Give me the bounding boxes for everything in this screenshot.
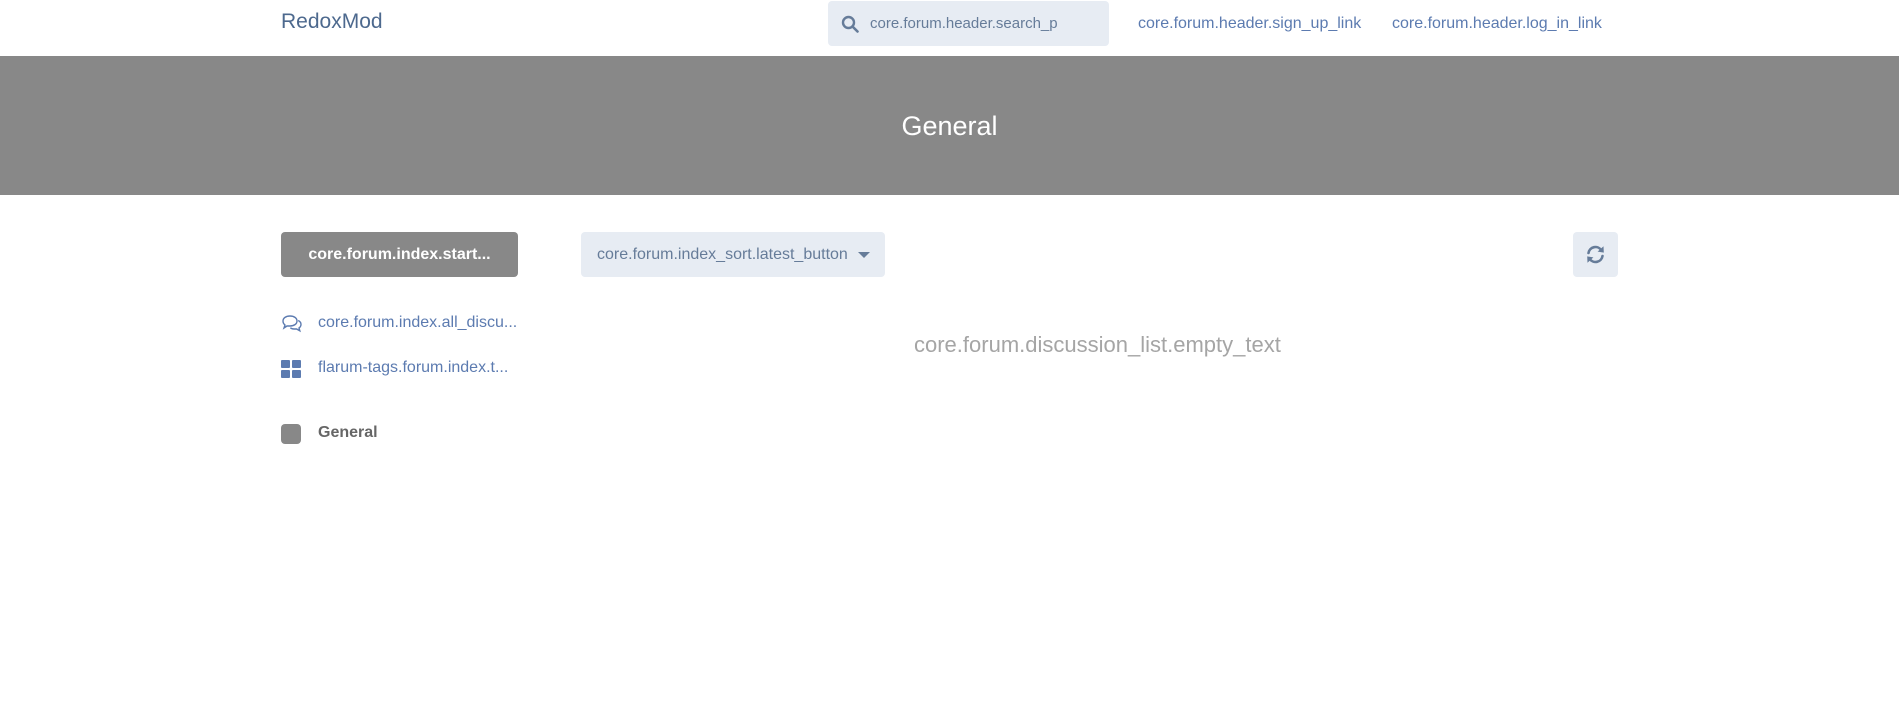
- site-header: RedoxMod core.forum.header.search_p core…: [0, 0, 1899, 56]
- start-discussion-button[interactable]: core.forum.index.start...: [281, 232, 518, 277]
- log-in-link[interactable]: core.forum.header.log_in_link: [1392, 15, 1602, 33]
- sidebar-tag-general[interactable]: General: [281, 422, 521, 446]
- search-input[interactable]: core.forum.header.search_p: [828, 1, 1109, 46]
- sort-dropdown-button[interactable]: core.forum.index_sort.latest_button: [581, 232, 885, 277]
- sidebar-item-all-discussions[interactable]: core.forum.index.all_discu...: [281, 312, 521, 336]
- comments-icon: [282, 315, 302, 333]
- tag-color-swatch: [281, 424, 301, 444]
- sign-up-link[interactable]: core.forum.header.sign_up_link: [1138, 15, 1361, 33]
- sidebar-item-label: flarum-tags.forum.index.t...: [318, 359, 509, 376]
- discussion-list-empty-text: core.forum.discussion_list.empty_text: [914, 332, 1281, 357]
- sidebar-item-tags[interactable]: flarum-tags.forum.index.t...: [281, 357, 521, 381]
- tag-hero: General: [0, 56, 1899, 195]
- sidebar-item-label: core.forum.index.all_discu...: [318, 314, 518, 331]
- sidebar-tag-label: General: [318, 424, 378, 441]
- tags-grid-icon: [281, 360, 301, 378]
- refresh-button[interactable]: [1573, 232, 1618, 277]
- brand-logo-link[interactable]: RedoxMod: [281, 10, 383, 34]
- sort-label: core.forum.index_sort.latest_button: [597, 246, 848, 263]
- refresh-icon: [1587, 245, 1604, 264]
- search-icon: [841, 15, 859, 33]
- caret-down-icon: [858, 252, 870, 258]
- search-placeholder: core.forum.header.search_p: [870, 15, 1058, 32]
- hero-title: General: [901, 111, 998, 141]
